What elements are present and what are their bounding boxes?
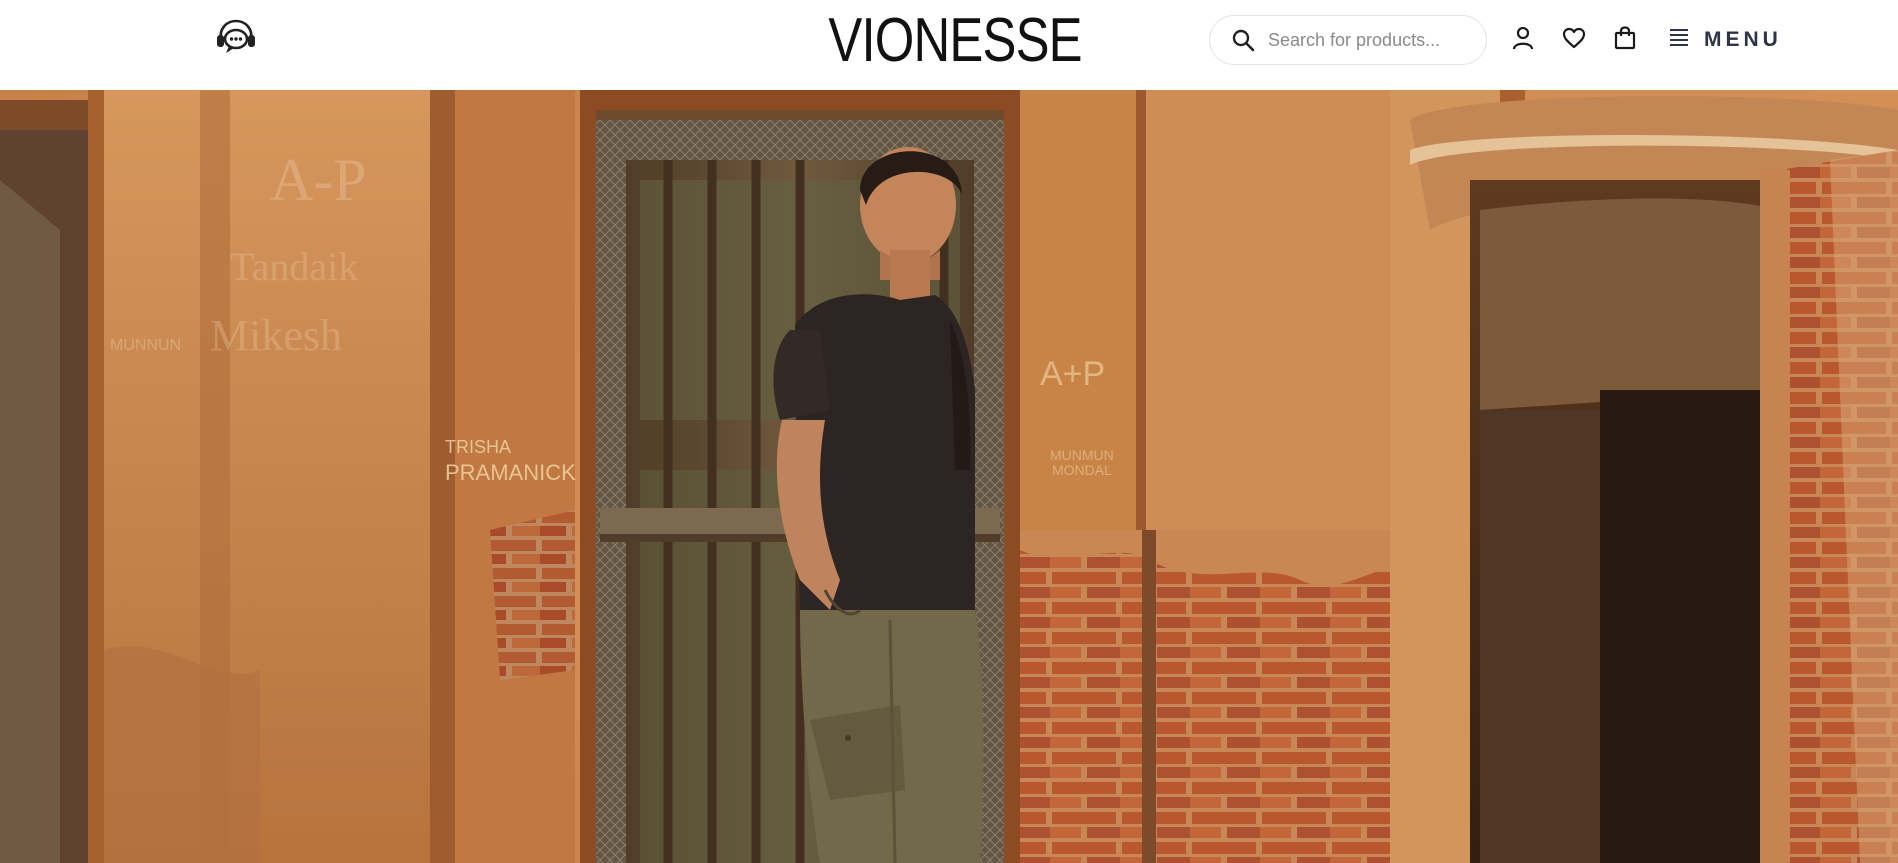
account-button[interactable]	[1506, 23, 1540, 57]
menu-lines-icon	[1668, 27, 1690, 54]
wishlist-button[interactable]	[1557, 23, 1591, 57]
site-header: VIONESSE Search for products... MENU	[0, 0, 1898, 90]
brand-logo[interactable]: VIONESSE	[828, 6, 1082, 76]
heart-icon	[1562, 27, 1586, 54]
search-icon	[1230, 27, 1256, 53]
menu-button[interactable]: MENU	[1668, 22, 1782, 58]
hero-banner[interactable]: TRISHA PRAMANICK A-P Tandaik Mikesh MUNN…	[0, 90, 1898, 863]
customer-support-button[interactable]	[212, 18, 260, 62]
search-input[interactable]	[1268, 29, 1468, 51]
cart-button[interactable]	[1608, 23, 1642, 57]
shopping-bag-icon	[1614, 25, 1636, 55]
page: VIONESSE Search for products... MENU TRI…	[0, 0, 1898, 863]
user-icon	[1512, 26, 1534, 55]
headset-chat-icon	[213, 18, 259, 63]
search-bar[interactable]	[1209, 15, 1487, 65]
menu-label: MENU	[1704, 28, 1782, 51]
hero-image: TRISHA PRAMANICK A-P Tandaik Mikesh MUNN…	[0, 90, 1898, 863]
